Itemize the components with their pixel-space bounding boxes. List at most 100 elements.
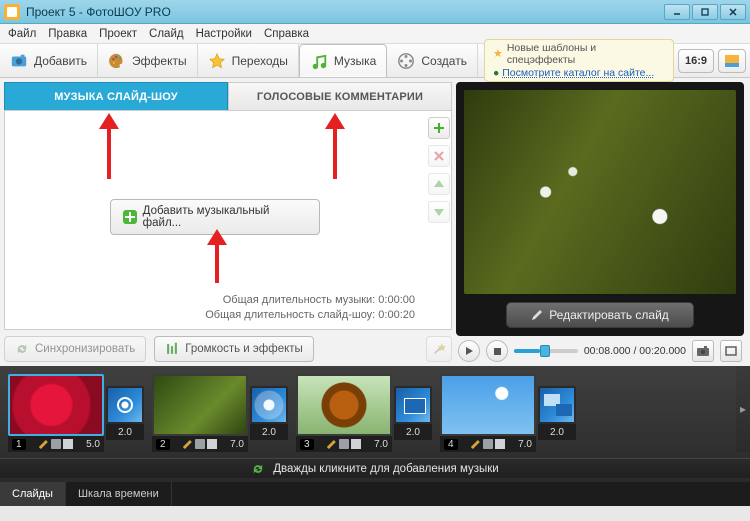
text-icon — [351, 439, 361, 449]
slide-card: 4 7.0 2.0 — [440, 374, 576, 452]
wand-icon — [432, 342, 446, 356]
music-panel: Добавить музыкальный файл... Общая длите… — [4, 110, 452, 330]
wave-icon — [195, 439, 205, 449]
pencil-icon — [471, 439, 481, 449]
plus-icon — [123, 210, 137, 224]
wave-icon — [339, 439, 349, 449]
stop-button[interactable] — [486, 340, 508, 362]
pencil-icon — [183, 439, 193, 449]
menu-file[interactable]: Файл — [8, 28, 36, 40]
edit-slide-label: Редактировать слайд — [549, 308, 669, 322]
transition-thumbnail[interactable] — [538, 386, 576, 424]
synchronize-label: Синхронизировать — [35, 343, 135, 355]
music-pane: МУЗЫКА СЛАЙД-ШОУ ГОЛОСОВЫЕ КОММЕНТАРИИ Д… — [0, 78, 456, 366]
playback-time: 00:08.000 / 00:20.000 — [584, 345, 686, 357]
slide-card: 3 7.0 2.0 — [296, 374, 432, 452]
window-title: Проект 5 - ФотоШОУ PRO — [26, 5, 664, 19]
slide-thumbnail[interactable] — [8, 374, 104, 436]
volume-effects-button[interactable]: Громкость и эффекты — [154, 336, 314, 362]
toolbar-add-label: Добавить — [34, 54, 87, 68]
music-note-icon — [310, 52, 328, 70]
transition-duration: 2.0 — [106, 424, 144, 440]
scroll-right-button[interactable]: ▸ — [736, 366, 750, 452]
toolbar-effects[interactable]: Эффекты — [98, 44, 198, 77]
menu-edit[interactable]: Правка — [48, 28, 87, 40]
menu-project[interactable]: Проект — [99, 28, 137, 40]
wave-icon — [51, 439, 61, 449]
slide-thumbnail[interactable] — [296, 374, 392, 436]
preview-frame: Редактировать слайд — [456, 82, 744, 336]
toolbar-create[interactable]: Создать — [387, 44, 478, 77]
synchronize-button[interactable]: Синхронизировать — [4, 336, 146, 362]
toolbar-create-label: Создать — [421, 54, 467, 68]
edit-slide-button[interactable]: Редактировать слайд — [506, 302, 694, 328]
display-mode-button[interactable] — [718, 49, 746, 73]
slide-index: 4 — [444, 439, 458, 450]
maximize-button[interactable] — [692, 4, 718, 20]
sync-icon — [15, 342, 29, 356]
total-music-duration: Общая длительность музыки: 0:00:00 — [205, 293, 415, 308]
transition-thumbnail[interactable] — [106, 386, 144, 424]
close-button[interactable] — [720, 4, 746, 20]
bottom-tabs: Слайды Шкала времени — [0, 482, 750, 506]
main-area: МУЗЫКА СЛАЙД-ШОУ ГОЛОСОВЫЕ КОММЕНТАРИИ Д… — [0, 78, 750, 366]
tab-voice-comments[interactable]: ГОЛОСОВЫЕ КОММЕНТАРИИ — [228, 82, 452, 110]
add-music-hint[interactable]: Дважды кликните для добавления музыки — [0, 458, 750, 478]
move-up-button[interactable] — [428, 173, 450, 195]
transition-thumbnail[interactable] — [250, 386, 288, 424]
main-toolbar: Добавить Эффекты Переходы Музыка Создать… — [0, 44, 750, 78]
pencil-icon — [327, 439, 337, 449]
text-icon — [63, 439, 73, 449]
snapshot-button[interactable] — [692, 340, 714, 362]
music-side-tools — [425, 111, 451, 329]
bottom-tab-timeline[interactable]: Шкала времени — [66, 482, 172, 506]
seek-slider[interactable] — [514, 349, 578, 353]
slide-thumbnail[interactable] — [440, 374, 536, 436]
total-slideshow-duration: Общая длительность слайд-шоу: 0:00:20 — [205, 308, 415, 323]
tab-slideshow-music[interactable]: МУЗЫКА СЛАЙД-ШОУ — [4, 82, 228, 110]
toolbar-music[interactable]: Музыка — [299, 44, 387, 77]
slide-duration: 7.0 — [374, 439, 388, 450]
transition-duration: 2.0 — [538, 424, 576, 440]
preview-image[interactable] — [464, 90, 736, 294]
app-icon — [4, 4, 20, 20]
palette-icon — [108, 52, 126, 70]
transition-duration: 2.0 — [250, 424, 288, 440]
arrow-annotation — [203, 229, 231, 285]
slide-card: 2 7.0 2.0 — [152, 374, 288, 452]
add-track-button[interactable] — [428, 117, 450, 139]
music-file-list[interactable]: Добавить музыкальный файл... Общая длите… — [5, 111, 425, 329]
transition-duration: 2.0 — [394, 424, 432, 440]
slide-index: 3 — [300, 439, 314, 450]
pencil-icon — [531, 309, 543, 321]
remove-track-button[interactable] — [428, 145, 450, 167]
play-button[interactable] — [458, 340, 480, 362]
slide-duration: 7.0 — [230, 439, 244, 450]
equalizer-icon — [165, 342, 179, 356]
minimize-button[interactable] — [664, 4, 690, 20]
toolbar-transitions[interactable]: Переходы — [198, 44, 299, 77]
arrow-annotation — [95, 113, 123, 181]
bottom-tab-slides[interactable]: Слайды — [0, 482, 66, 506]
slide-duration: 5.0 — [86, 439, 100, 450]
menu-settings[interactable]: Настройки — [196, 28, 252, 40]
toolbar-add[interactable]: Добавить — [0, 44, 98, 77]
menu-slide[interactable]: Слайд — [149, 28, 184, 40]
toolbar-music-label: Музыка — [334, 54, 376, 68]
reel-icon — [397, 52, 415, 70]
add-music-file-button[interactable]: Добавить музыкальный файл... — [110, 199, 320, 235]
magic-wand-button[interactable] — [426, 336, 452, 362]
fullscreen-button[interactable] — [720, 340, 742, 362]
text-icon — [207, 439, 217, 449]
transition-thumbnail[interactable] — [394, 386, 432, 424]
text-icon — [495, 439, 505, 449]
menu-help[interactable]: Справка — [264, 28, 309, 40]
volume-effects-label: Громкость и эффекты — [185, 343, 303, 355]
slide-index: 1 — [12, 439, 26, 450]
slide-thumbnail[interactable] — [152, 374, 248, 436]
promo-line1: Новые шаблоны и спецэффекты — [507, 42, 665, 66]
move-down-button[interactable] — [428, 201, 450, 223]
duration-summary: Общая длительность музыки: 0:00:00 Общая… — [205, 293, 415, 323]
slide-info-bar: 1 5.0 — [8, 436, 104, 452]
aspect-ratio-button[interactable]: 16:9 — [678, 49, 714, 73]
